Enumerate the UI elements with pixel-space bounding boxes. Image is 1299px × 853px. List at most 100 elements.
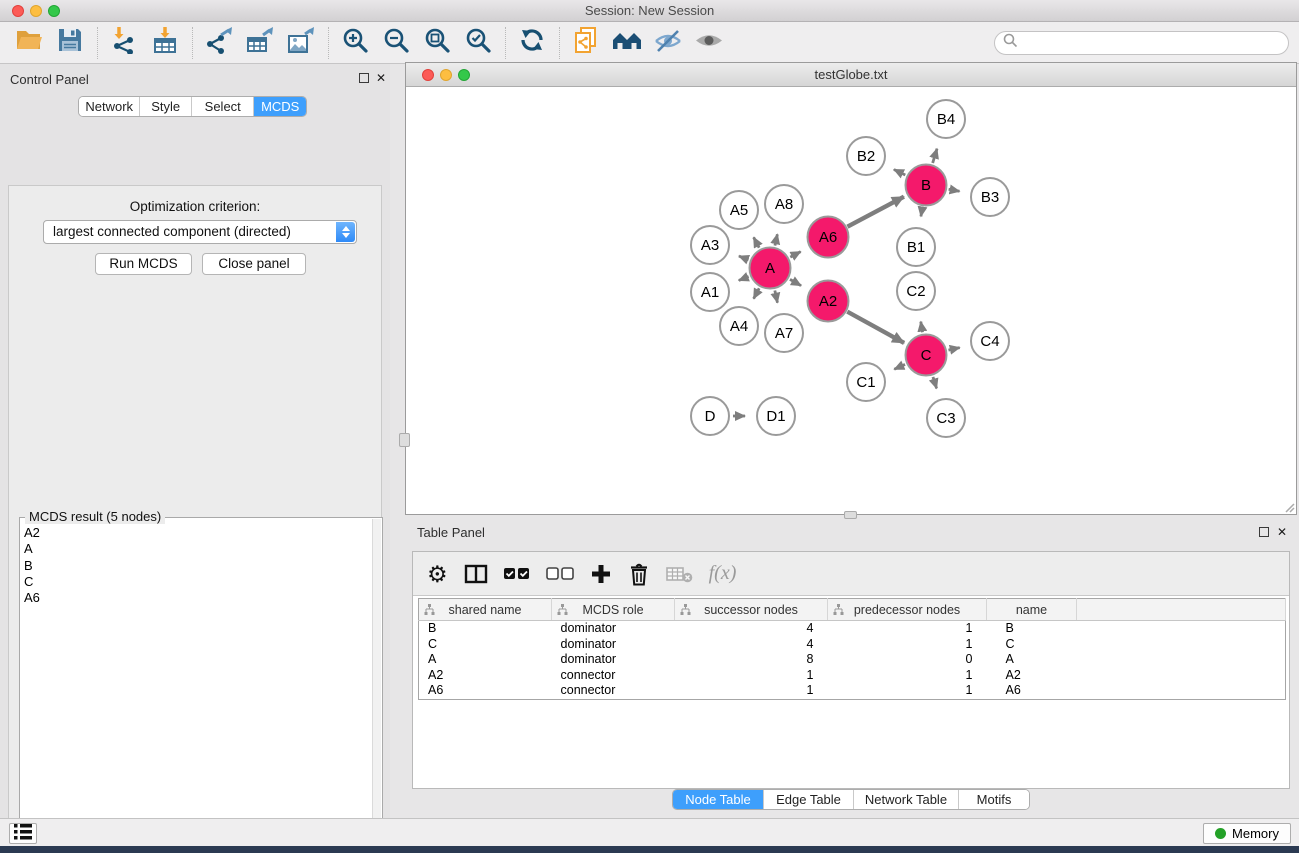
- table-cell[interactable]: C: [987, 637, 1077, 653]
- table-cell[interactable]: dominator: [552, 637, 675, 653]
- resize-grip-icon[interactable]: [1283, 501, 1295, 513]
- table-row[interactable]: Adominator80A: [419, 652, 1286, 668]
- graph-node-A1[interactable]: A1: [691, 273, 729, 311]
- table-cell[interactable]: 1: [828, 668, 987, 684]
- network-graph-canvas[interactable]: B4B2BB3A8A5A6A3B1AC2A1A2A4A7C4CC1C3DD1: [406, 87, 1296, 514]
- apply-function-icon[interactable]: f(x): [709, 559, 737, 589]
- graph-node-A5[interactable]: A5: [720, 191, 758, 229]
- graph-edge-B-B2[interactable]: [894, 169, 905, 175]
- result-item[interactable]: A6: [24, 590, 368, 606]
- optimization-dropdown[interactable]: largest connected component (directed): [43, 220, 357, 244]
- graph-edge-B-B1[interactable]: [921, 208, 922, 217]
- graph-node-A3[interactable]: A3: [691, 226, 729, 264]
- close-panel-icon[interactable]: ✕: [376, 72, 386, 84]
- table-row[interactable]: Bdominator41B: [419, 621, 1286, 637]
- graph-node-A[interactable]: A: [750, 248, 791, 289]
- zoom-in-button[interactable]: [338, 26, 372, 60]
- tab-select[interactable]: Select: [192, 97, 254, 116]
- column-header-mcds-role[interactable]: MCDS role: [552, 599, 675, 621]
- zoom-selected-button[interactable]: [461, 26, 495, 60]
- splitter-handle-left[interactable]: [399, 433, 410, 447]
- graph-edge-C-C1[interactable]: [894, 364, 905, 369]
- zoom-fit-button[interactable]: [420, 26, 454, 60]
- table-close-icon[interactable]: ✕: [1277, 526, 1287, 538]
- tab-motifs[interactable]: Motifs: [959, 790, 1029, 809]
- splitter-handle-bottom[interactable]: [844, 511, 857, 519]
- import-table-button[interactable]: [148, 26, 182, 60]
- add-column-icon[interactable]: [590, 559, 612, 589]
- split-panel-icon[interactable]: [464, 559, 488, 589]
- tab-style[interactable]: Style: [140, 97, 192, 116]
- tab-edge-table[interactable]: Edge Table: [764, 790, 854, 809]
- table-row[interactable]: Cdominator41C: [419, 637, 1286, 653]
- graph-node-B3[interactable]: B3: [971, 178, 1009, 216]
- result-item[interactable]: B: [24, 558, 368, 574]
- import-network-button[interactable]: [107, 26, 141, 60]
- graph-node-A6[interactable]: A6: [808, 217, 849, 258]
- graph-node-A2[interactable]: A2: [808, 281, 849, 322]
- graph-node-A4[interactable]: A4: [720, 307, 758, 345]
- graph-edge-A2-C[interactable]: [847, 312, 904, 343]
- save-session-button[interactable]: [53, 26, 87, 60]
- graph-edge-A-A2[interactable]: [790, 279, 801, 285]
- hide-selected-button[interactable]: [651, 26, 685, 60]
- graph-edge-A-A1[interactable]: [739, 277, 749, 281]
- search-input[interactable]: [1018, 34, 1288, 52]
- float-panel-icon[interactable]: [359, 73, 369, 83]
- graph-node-C[interactable]: C: [906, 335, 947, 376]
- graph-edge-A-A7[interactable]: [775, 290, 778, 302]
- graph-edge-A-A4[interactable]: [754, 288, 760, 298]
- tab-mcds[interactable]: MCDS: [254, 97, 306, 116]
- graph-node-C4[interactable]: C4: [971, 322, 1009, 360]
- delete-table-icon[interactable]: [666, 559, 693, 589]
- table-cell[interactable]: A2: [419, 668, 552, 684]
- open-network-file-button[interactable]: [569, 26, 603, 60]
- result-item[interactable]: C: [24, 574, 368, 590]
- table-cell[interactable]: 4: [675, 621, 828, 637]
- export-table-button[interactable]: [243, 26, 277, 60]
- export-image-button[interactable]: [284, 26, 318, 60]
- zoom-out-button[interactable]: [379, 26, 413, 60]
- delete-column-icon[interactable]: [628, 559, 650, 589]
- column-header-name[interactable]: name: [987, 599, 1077, 621]
- graph-edge-A-A5[interactable]: [754, 237, 760, 247]
- graph-edge-A6-B[interactable]: [847, 197, 903, 227]
- graph-edge-B-B3[interactable]: [949, 189, 960, 191]
- graph-node-A8[interactable]: A8: [765, 185, 803, 223]
- graph-edge-A-A6[interactable]: [790, 252, 800, 258]
- column-header-shared-name[interactable]: shared name: [419, 599, 552, 621]
- graph-node-D[interactable]: D: [691, 397, 729, 435]
- result-item[interactable]: A: [24, 541, 368, 557]
- graph-node-B2[interactable]: B2: [847, 137, 885, 175]
- table-cell[interactable]: B: [419, 621, 552, 637]
- table-cell[interactable]: A: [419, 652, 552, 668]
- column-header-successor-nodes[interactable]: successor nodes: [675, 599, 828, 621]
- graph-node-C3[interactable]: C3: [927, 399, 965, 437]
- table-cell[interactable]: connector: [552, 683, 675, 699]
- graph-edge-A-A8[interactable]: [775, 234, 777, 245]
- refresh-view-button[interactable]: [515, 26, 549, 60]
- search-field[interactable]: [994, 31, 1289, 55]
- graph-edge-C-C2[interactable]: [921, 322, 923, 333]
- graph-edge-C-C3[interactable]: [933, 377, 937, 389]
- table-cell[interactable]: 1: [828, 621, 987, 637]
- graph-node-D1[interactable]: D1: [757, 397, 795, 435]
- close-panel-button[interactable]: Close panel: [202, 253, 306, 275]
- result-scrollbar[interactable]: [372, 519, 381, 853]
- memory-button[interactable]: Memory: [1203, 823, 1291, 844]
- settings-gear-icon[interactable]: ⚙: [427, 559, 448, 589]
- graph-node-B4[interactable]: B4: [927, 100, 965, 138]
- graph-edge-C-C4[interactable]: [948, 348, 959, 350]
- graph-node-C2[interactable]: C2: [897, 272, 935, 310]
- graph-node-A7[interactable]: A7: [765, 314, 803, 352]
- task-history-button[interactable]: [9, 823, 37, 844]
- export-network-button[interactable]: [202, 26, 236, 60]
- table-cell[interactable]: 0: [828, 652, 987, 668]
- show-all-button[interactable]: [692, 26, 726, 60]
- table-cell[interactable]: 4: [675, 637, 828, 653]
- table-cell[interactable]: dominator: [552, 652, 675, 668]
- table-row[interactable]: A2connector11A2: [419, 668, 1286, 684]
- table-cell[interactable]: 1: [828, 683, 987, 699]
- tab-node-table[interactable]: Node Table: [673, 790, 764, 809]
- run-mcds-button[interactable]: Run MCDS: [95, 253, 192, 275]
